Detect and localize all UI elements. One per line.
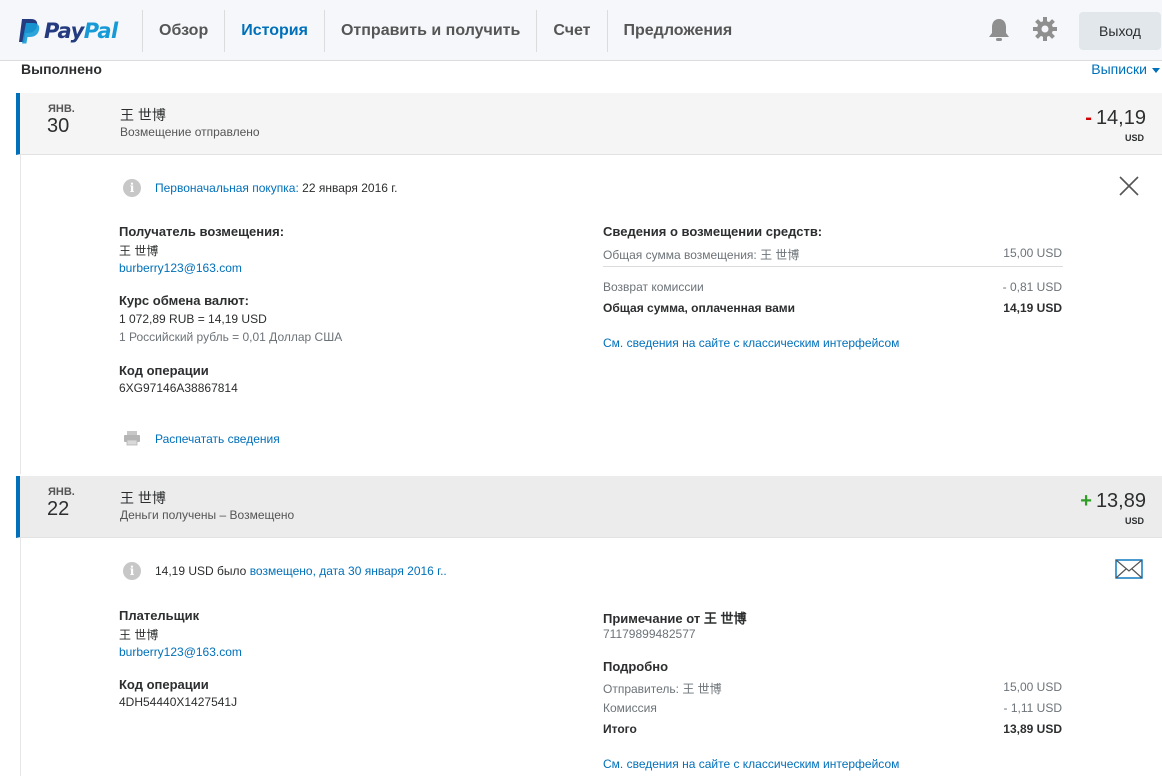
sender-value: 15,00 USD (1003, 680, 1062, 694)
total-paid-value: 14,19 USD (1003, 301, 1062, 315)
refund-total-label: Общая сумма возмещения: 王 世博 (603, 248, 800, 262)
transaction-amount: +13,89 (1080, 490, 1146, 513)
statements-dropdown[interactable]: Выписки (1091, 61, 1160, 77)
payer-label: Плательщик (119, 608, 200, 623)
transaction-money-received: ЯНВ. 22 王 世博 Деньги получены – Возмещено… (16, 476, 1162, 776)
refund-recipient-email[interactable]: burberry123@163.com (119, 261, 242, 275)
main-nav: Обзор История Отправить и получить Счет … (142, 10, 749, 52)
nav-account[interactable]: Счет (536, 10, 606, 52)
bell-icon[interactable] (986, 17, 1012, 43)
counterparty-name: 王 世博 (120, 490, 166, 506)
total-paid-label: Общая сумма, оплаченная вами (603, 301, 796, 315)
print-details-link[interactable]: Распечатать сведения (155, 432, 280, 446)
transaction-header[interactable]: ЯНВ. 22 王 世博 Деньги получены – Возмещено… (16, 476, 1162, 538)
transaction-details: i Первоначальная покупка: 22 января 2016… (20, 155, 1162, 474)
caret-down-icon (1152, 67, 1160, 73)
transaction-header[interactable]: ЯНВ. 30 王 世博 Возмещение отправлено -14,1… (16, 93, 1162, 155)
amount-sign: - (1085, 107, 1092, 129)
date-day: 30 (47, 115, 70, 137)
paypal-wordmark: PayPal (44, 19, 118, 43)
section-title: Выполнено (21, 61, 102, 77)
top-navigation-bar: PayPal Обзор История Отправить и получит… (0, 0, 1162, 61)
exchange-rate-line-1: 1 072,89 RUB = 14,19 USD (119, 312, 267, 326)
transaction-details: i 14,19 USD было возмещено, дата 30 янва… (20, 538, 1162, 776)
date-month: ЯНВ. (48, 103, 75, 115)
note-label: Примечание от 王 世博 (603, 611, 747, 626)
nav-overview[interactable]: Обзор (142, 10, 224, 52)
paypal-logo[interactable]: PayPal (18, 16, 118, 46)
refund-total-value: 15,00 USD (1003, 246, 1062, 260)
original-purchase-notice: Первоначальная покупка: 22 января 2016 г… (155, 181, 398, 195)
payer-email[interactable]: burberry123@163.com (119, 645, 242, 659)
operation-code: 4DH54440X1427541J (119, 695, 238, 709)
amount-currency: USD (1124, 516, 1144, 526)
paypal-logo-icon (19, 19, 40, 44)
sender-label: Отправитель: 王 世博 (603, 682, 722, 696)
total-label: Итого (603, 722, 637, 736)
transaction-status: Возмещение отправлено (120, 125, 260, 139)
refund-notice-link[interactable]: возмещено, дата 30 января 2016 г.. (250, 564, 447, 578)
operation-code-label: Код операции (119, 363, 209, 378)
refund-recipient-label: Получатель возмещения: (119, 224, 285, 239)
info-icon: i (123, 179, 141, 197)
date-month: ЯНВ. (48, 486, 75, 498)
nav-history[interactable]: История (224, 10, 324, 52)
statements-label: Выписки (1091, 61, 1147, 77)
info-icon: i (123, 562, 141, 580)
refund-details-title: Сведения о возмещении средств: (603, 224, 823, 239)
date-day: 22 (47, 498, 70, 520)
details-title: Подробно (603, 659, 669, 674)
original-purchase-link[interactable]: Первоначальная покупка: (155, 181, 299, 195)
transaction-amount: -14,19 (1085, 107, 1146, 130)
nav-send-receive[interactable]: Отправить и получить (323, 10, 536, 52)
amount-value: 13,89 (1095, 490, 1146, 512)
fee-value: - 1,11 USD (1003, 701, 1062, 715)
refund-recipient-name: 王 世博 (119, 244, 159, 258)
transaction-status: Деньги получены – Возмещено (120, 508, 295, 522)
amount-sign: + (1080, 490, 1092, 512)
printer-icon[interactable] (123, 430, 141, 446)
nav-offers[interactable]: Предложения (606, 10, 750, 52)
classic-view-link[interactable]: См. сведения на сайте с классическим инт… (603, 336, 899, 350)
counterparty-name: 王 世博 (120, 107, 166, 123)
exchange-rate-label: Курс обмена валют: (119, 293, 249, 308)
amount-value: 14,19 (1095, 107, 1146, 129)
logout-button[interactable]: Выход (1079, 12, 1161, 50)
total-value: 13,89 USD (1003, 722, 1062, 736)
exchange-rate-line-2: 1 Российский рубль = 0,01 Доллар США (119, 330, 343, 344)
gear-icon[interactable] (1032, 16, 1058, 42)
note-text: 71179899482577 (603, 627, 696, 641)
transaction-refund-sent: ЯНВ. 30 王 世博 Возмещение отправлено -14,1… (16, 93, 1162, 474)
details-divider (603, 266, 1063, 267)
operation-code-label: Код операции (119, 677, 209, 692)
envelope-icon[interactable] (1115, 558, 1143, 580)
fee-return-value: - 0,81 USD (1002, 280, 1062, 294)
amount-currency: USD (1124, 133, 1144, 143)
classic-view-link[interactable]: См. сведения на сайте с классическим инт… (603, 757, 899, 771)
refund-notice: 14,19 USD было возмещено, дата 30 января… (155, 564, 447, 578)
fee-label: Комиссия (603, 701, 657, 715)
close-icon[interactable] (1118, 175, 1140, 197)
operation-code: 6XG97146A38867814 (119, 381, 238, 395)
fee-return-label: Возврат комиссии (603, 280, 704, 294)
payer-name: 王 世博 (119, 628, 159, 642)
